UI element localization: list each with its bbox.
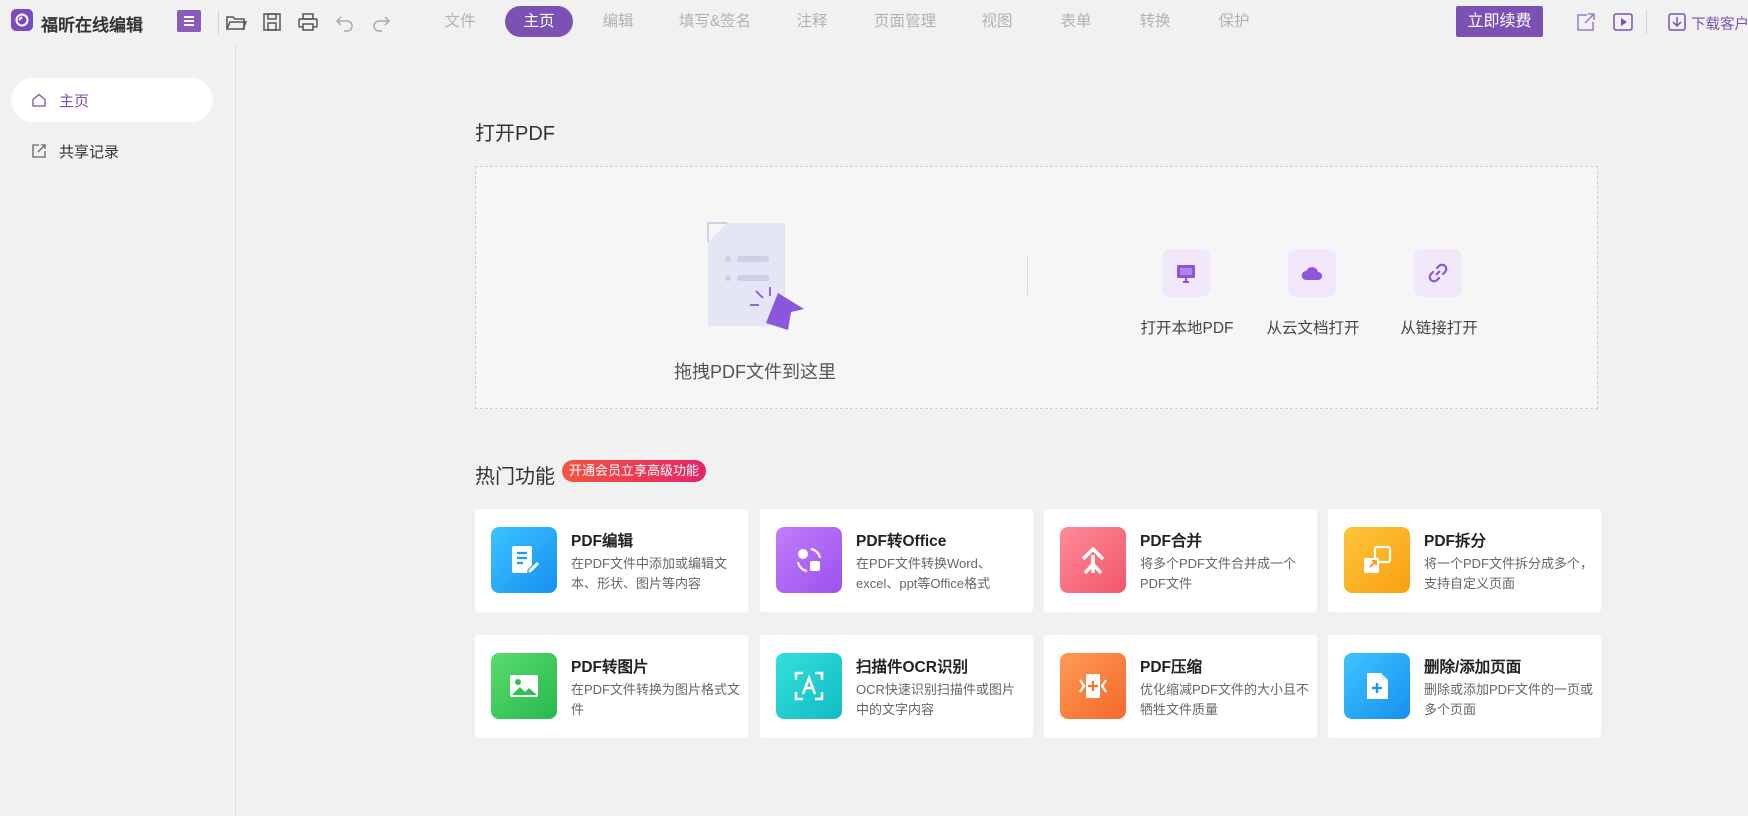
- card-title: PDF压缩: [1140, 659, 1203, 676]
- print-icon[interactable]: [296, 10, 320, 34]
- card-title: PDF编辑: [571, 533, 634, 550]
- sidebar-divider: [235, 44, 236, 816]
- hot-features-title: 热门功能: [475, 466, 555, 488]
- tab-file[interactable]: 文件: [432, 6, 488, 37]
- sidebar-item-label: 主页: [59, 93, 90, 110]
- card-description: 在PDF文件转换Word、excel、ppt等Office格式: [856, 556, 991, 591]
- feature-card-ocr[interactable]: 扫描件OCR识别 OCR快速识别扫描件或图片中的文字内容: [760, 635, 1033, 738]
- card-description: 将一个PDF文件拆分成多个， 支持自定义页面: [1424, 556, 1594, 591]
- export-icon[interactable]: [1574, 10, 1598, 34]
- card-title: 删除/添加页面: [1424, 659, 1522, 676]
- convert-icon: [776, 527, 842, 593]
- save-icon[interactable]: [260, 10, 284, 34]
- open-pdf-title: 打开PDF: [475, 123, 555, 145]
- open-local-pdf-button[interactable]: 打开本地PDF: [1117, 249, 1257, 337]
- feature-card-pdf-split[interactable]: PDF拆分 将一个PDF文件拆分成多个， 支持自定义页面: [1328, 509, 1601, 612]
- compress-icon: [1060, 653, 1126, 719]
- tab-edit[interactable]: 编辑: [590, 6, 646, 37]
- card-description: 优化缩减PDF文件的大小且不牺牲文件质量: [1140, 682, 1310, 717]
- card-title: PDF转Office: [856, 533, 947, 550]
- sidebar-item-home[interactable]: 主页: [11, 78, 213, 122]
- home-icon: [31, 92, 47, 108]
- download-icon[interactable]: [1665, 10, 1689, 34]
- tab-protect[interactable]: 保护: [1206, 6, 1262, 37]
- tab-fill-sign[interactable]: 填写&签名: [668, 6, 762, 37]
- feature-card-pdf-edit[interactable]: PDF编辑 在PDF文件中添加或编辑文本、形状、图片等内容: [475, 509, 748, 612]
- toolbar-divider: [218, 10, 219, 34]
- split-icon: [1344, 527, 1410, 593]
- feature-card-pdf-to-office[interactable]: PDF转Office 在PDF文件转换Word、excel、ppt等Office…: [760, 509, 1033, 612]
- card-description: 在PDF文件转换为图片格式文件: [571, 682, 741, 717]
- play-icon[interactable]: [1611, 10, 1635, 34]
- cloud-icon: [1288, 249, 1336, 297]
- feature-card-pdf-compress[interactable]: PDF压缩 优化缩减PDF文件的大小且不牺牲文件质量: [1044, 635, 1317, 738]
- tab-view[interactable]: 视图: [969, 6, 1025, 37]
- app-logo-icon: [11, 9, 33, 31]
- menu-icon[interactable]: [177, 10, 201, 32]
- share-icon: [31, 143, 47, 159]
- ocr-icon: [776, 653, 842, 719]
- card-title: PDF合并: [1140, 533, 1203, 550]
- app-title: 福昕在线编辑: [41, 16, 143, 35]
- sidebar-item-label: 共享记录: [59, 144, 120, 161]
- image-icon: [491, 653, 557, 719]
- card-description: OCR快速识别扫描件或图片中的文字内容: [856, 682, 1015, 717]
- open-from-link-label: 从链接打开: [1400, 320, 1478, 337]
- sidebar-item-share-records[interactable]: 共享记录: [11, 129, 213, 173]
- redo-icon[interactable]: [369, 10, 393, 34]
- tab-annotate[interactable]: 注释: [784, 6, 840, 37]
- merge-icon: [1060, 527, 1126, 593]
- tab-form[interactable]: 表单: [1048, 6, 1104, 37]
- card-title: 扫描件OCR识别: [856, 659, 968, 676]
- edit-doc-icon: [491, 527, 557, 593]
- drop-hint: 拖拽PDF文件到这里: [674, 362, 836, 382]
- toolbar-divider: [1646, 10, 1647, 34]
- drop-file-icon: [706, 221, 806, 351]
- open-folder-icon[interactable]: [224, 10, 248, 34]
- top-toolbar: 福昕在线编辑 文件 主页 编辑 填写&签名 注释 页面管理 视图 表单 转换 保…: [0, 0, 1748, 44]
- card-description: 将多个PDF文件合并成一个PDF文件: [1140, 556, 1297, 591]
- download-client-link[interactable]: 下载客户: [1691, 13, 1748, 34]
- pdf-drop-zone[interactable]: 拖拽PDF文件到这里 打开本地PDF 从云文档打开 从链接打开: [475, 166, 1598, 409]
- drop-zone-divider: [1027, 255, 1028, 295]
- card-description: 删除或添加PDF文件的一页或多个页面: [1424, 682, 1594, 717]
- card-description: 在PDF文件中添加或编辑文本、形状、图片等内容: [571, 556, 728, 591]
- member-promo-badge[interactable]: 开通会员立享高级功能: [562, 460, 707, 482]
- tab-page-manage[interactable]: 页面管理: [864, 6, 946, 37]
- monitor-icon: [1162, 249, 1210, 297]
- open-local-pdf-label: 打开本地PDF: [1140, 320, 1234, 337]
- feature-card-pdf-merge[interactable]: PDF合并 将多个PDF文件合并成一个PDF文件: [1044, 509, 1317, 612]
- open-from-cloud-button[interactable]: 从云文档打开: [1243, 249, 1383, 337]
- tab-home[interactable]: 主页: [505, 6, 573, 37]
- feature-card-pdf-to-image[interactable]: PDF转图片 在PDF文件转换为图片格式文件: [475, 635, 748, 738]
- card-title: PDF拆分: [1424, 533, 1487, 550]
- link-icon: [1414, 249, 1462, 297]
- tab-convert[interactable]: 转换: [1127, 6, 1183, 37]
- add-page-icon: [1344, 653, 1410, 719]
- open-from-cloud-label: 从云文档打开: [1266, 320, 1360, 337]
- card-title: PDF转图片: [571, 659, 649, 676]
- undo-icon[interactable]: [333, 10, 357, 34]
- renew-button[interactable]: 立即续费: [1456, 6, 1543, 37]
- open-from-link-button[interactable]: 从链接打开: [1369, 249, 1509, 337]
- feature-card-delete-add-page[interactable]: 删除/添加页面 删除或添加PDF文件的一页或多个页面: [1328, 635, 1601, 738]
